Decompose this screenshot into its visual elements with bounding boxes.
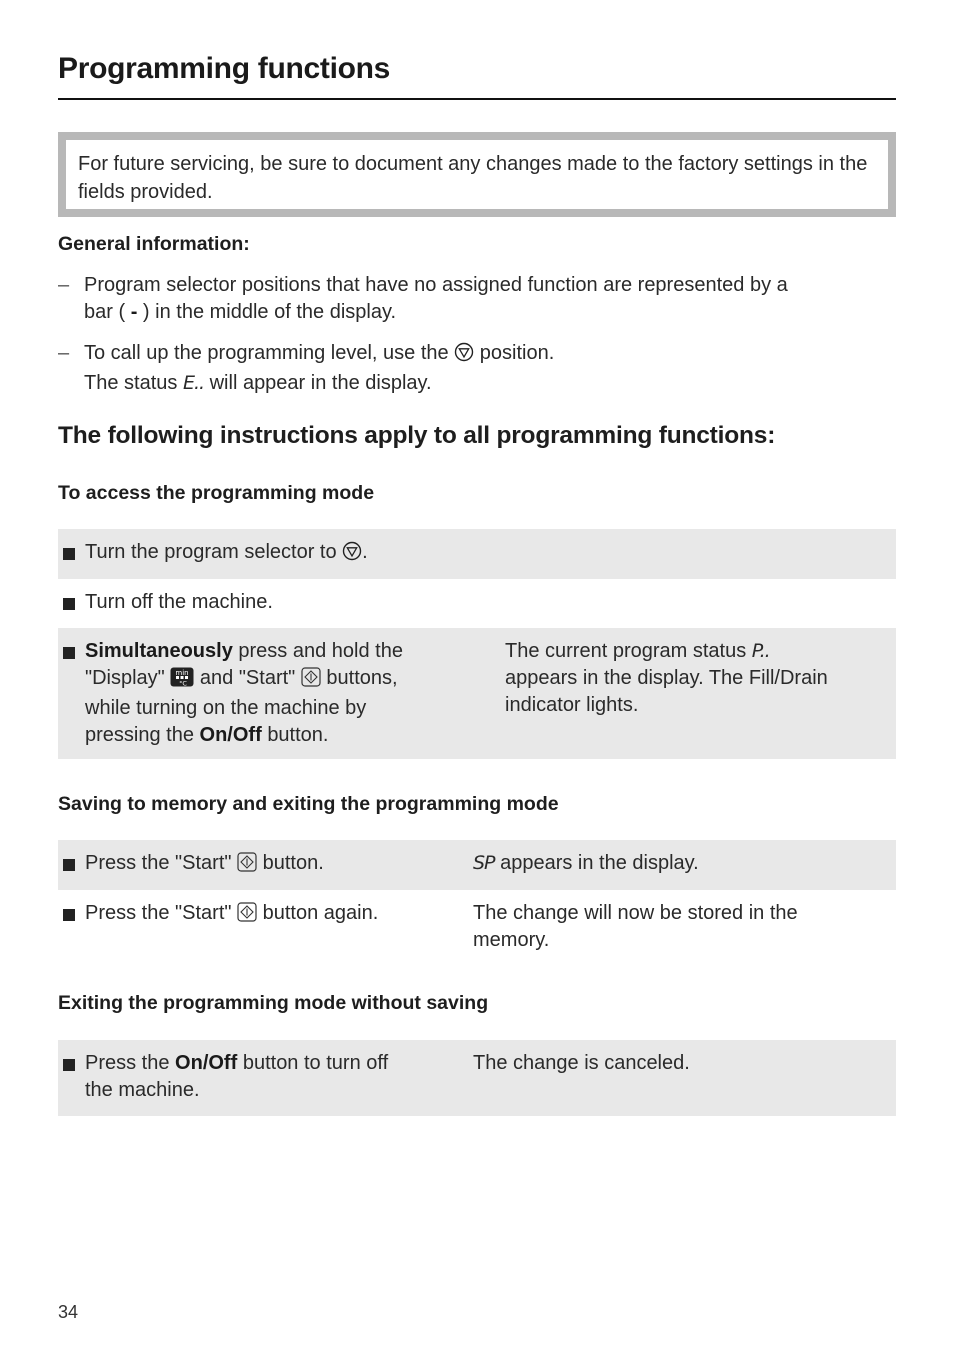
instruction-row: Simultaneously press and hold the "Displ… xyxy=(58,628,896,759)
emphasis-text: On/Off xyxy=(175,1052,238,1074)
square-bullet xyxy=(63,647,75,659)
general-info-line: bar ( - ) in the middle of the display. xyxy=(84,299,896,326)
text-fragment: button again. xyxy=(262,902,379,924)
square-bullet xyxy=(63,859,75,871)
emphasis-text: On/Off xyxy=(199,724,262,746)
instruction-text: Press the On/Off button to turn off the … xyxy=(85,1050,465,1104)
text-fragment: ) in the middle of the display. xyxy=(142,301,397,323)
text-fragment: appears in the display. xyxy=(500,852,699,874)
page-title: Programming functions xyxy=(58,52,391,85)
instructions-heading: The following instructions apply to all … xyxy=(58,422,776,449)
dash-bullet: – xyxy=(58,274,70,296)
general-info-line: The status E.. will appear in the displa… xyxy=(84,370,896,397)
text-fragment: buttons, xyxy=(326,667,398,689)
emphasis-text: Simultaneously xyxy=(85,640,233,662)
text-fragment: Press the "Start" xyxy=(85,852,232,874)
text-fragment: Turn the program selector to xyxy=(85,541,337,563)
page-number: 34 xyxy=(58,1302,79,1322)
instruction-line: Simultaneously press and hold the xyxy=(85,638,485,665)
status-symbol: SP xyxy=(473,852,496,874)
result-text: The current program status P.. appears i… xyxy=(505,638,895,719)
text-fragment: position. xyxy=(479,342,555,364)
result-line: memory. xyxy=(473,929,550,951)
svg-text:°C: °C xyxy=(179,680,187,688)
svg-text:min: min xyxy=(176,669,189,677)
instruction-row: Turn off the machine. xyxy=(58,579,896,628)
square-bullet xyxy=(63,1059,75,1071)
saving-heading: Saving to memory and exiting the program… xyxy=(58,793,559,815)
result-text: SP appears in the display. xyxy=(473,850,699,877)
bar-symbol: - xyxy=(130,301,138,323)
instruction-line: Press the On/Off button to turn off xyxy=(85,1050,465,1077)
general-info-line: Program selector positions that have no … xyxy=(84,274,788,296)
title-divider xyxy=(58,98,896,100)
square-bullet xyxy=(63,598,75,610)
instruction-line: while turning on the machine by xyxy=(85,697,367,719)
service-note-box: For future servicing, be sure to documen… xyxy=(58,132,896,217)
instruction-line: the machine. xyxy=(85,1079,200,1101)
text-fragment: button to turn off xyxy=(242,1052,389,1074)
instruction-text: Simultaneously press and hold the "Displ… xyxy=(85,638,485,749)
general-info-item: – Program selector positions that have n… xyxy=(58,272,896,326)
dash-bullet: – xyxy=(58,342,70,364)
instruction-text: Press the "Start" button again. xyxy=(85,900,378,930)
instruction-row: Press the On/Off button to turn off the … xyxy=(58,1040,896,1116)
status-symbol: E.. xyxy=(182,372,205,394)
text-fragment: and "Start" xyxy=(199,667,296,689)
text-fragment: . xyxy=(362,541,368,563)
text-fragment: button. xyxy=(267,724,329,746)
instruction-row: Press the "Start" button. SP appears in … xyxy=(58,840,896,890)
service-note-text: For future servicing, be sure to documen… xyxy=(66,140,888,209)
text-fragment: button. xyxy=(262,852,324,874)
instruction-line: "Display" min °C and "Start" buttons, xyxy=(85,665,485,695)
programming-position-icon xyxy=(454,342,474,370)
exiting-heading: Exiting the programming mode without sav… xyxy=(58,992,489,1014)
text-fragment: "Display" xyxy=(85,667,165,689)
text-fragment: Press the xyxy=(85,1052,170,1074)
instruction-text: Turn off the machine. xyxy=(85,591,273,613)
text-fragment: press and hold the xyxy=(238,640,403,662)
access-mode-heading: To access the programming mode xyxy=(58,482,375,504)
result-line: The change will now be stored in the xyxy=(473,902,798,924)
text-fragment: The current program status xyxy=(505,640,747,662)
status-symbol: P.. xyxy=(751,640,771,662)
square-bullet xyxy=(63,909,75,921)
square-bullet xyxy=(63,548,75,560)
display-button-icon: min °C xyxy=(170,667,194,695)
start-button-icon xyxy=(237,852,257,880)
general-info-item: – To call up the programming level, use … xyxy=(58,340,896,397)
instruction-text: Press the "Start" button. xyxy=(85,850,324,880)
result-line: indicator lights. xyxy=(505,694,639,716)
text-fragment: To call up the programming level, use th… xyxy=(84,342,449,364)
instruction-line: pressing the On/Off button. xyxy=(85,722,485,749)
programming-position-icon xyxy=(342,541,362,569)
start-button-icon xyxy=(237,902,257,930)
text-fragment: Press the "Start" xyxy=(85,902,232,924)
instruction-row: Press the "Start" button again. The chan… xyxy=(58,890,896,965)
start-button-icon xyxy=(301,667,321,695)
result-line: appears in the display. The Fill/Drain xyxy=(505,667,828,689)
general-info-line: To call up the programming level, use th… xyxy=(84,340,896,370)
result-line: The current program status P.. xyxy=(505,638,895,665)
text-fragment: will appear in the display. xyxy=(209,372,432,394)
instruction-text: Turn the program selector to . xyxy=(85,539,368,569)
text-fragment: The status xyxy=(84,372,178,394)
instruction-row: Turn the program selector to . xyxy=(58,529,896,579)
text-fragment: bar ( xyxy=(84,301,126,323)
text-fragment: pressing the xyxy=(85,724,194,746)
result-text: The change will now be stored in the mem… xyxy=(473,900,893,954)
result-text: The change is canceled. xyxy=(473,1052,690,1074)
general-info-heading: General information: xyxy=(58,233,250,255)
